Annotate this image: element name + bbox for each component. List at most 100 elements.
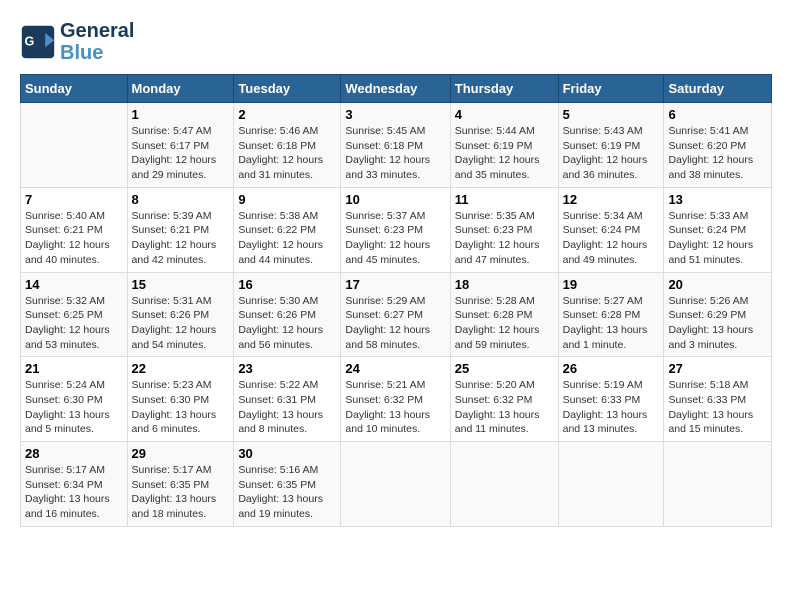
week-row-5: 28 Sunrise: 5:17 AM Sunset: 6:34 PM Dayli… [21,442,772,527]
calendar-cell: 21 Sunrise: 5:24 AM Sunset: 6:30 PM Dayli… [21,357,128,442]
day-info: Sunrise: 5:27 AM Sunset: 6:28 PM Dayligh… [563,294,660,353]
day-number: 17 [345,277,445,292]
day-info: Sunrise: 5:46 AM Sunset: 6:18 PM Dayligh… [238,124,336,183]
weekday-header-wednesday: Wednesday [341,75,450,103]
day-number: 10 [345,192,445,207]
weekday-header-friday: Friday [558,75,664,103]
calendar-cell: 9Sunrise: 5:38 AM Sunset: 6:22 PM Daylig… [234,187,341,272]
day-info: Sunrise: 5:22 AM Sunset: 6:31 PM Dayligh… [238,378,336,437]
calendar-cell: 30Sunrise: 5:16 AM Sunset: 6:35 PM Dayli… [234,442,341,527]
calendar-cell: 5Sunrise: 5:43 AM Sunset: 6:19 PM Daylig… [558,103,664,188]
day-number: 24 [345,361,445,376]
day-info: Sunrise: 5:17 AM Sunset: 6:35 PM Dayligh… [132,463,230,522]
logo: G General Blue [20,20,134,64]
day-info: Sunrise: 5:24 AM Sunset: 6:30 PM Dayligh… [25,378,123,437]
weekday-header-row: SundayMondayTuesdayWednesdayThursdayFrid… [21,75,772,103]
day-info: Sunrise: 5:20 AM Sunset: 6:32 PM Dayligh… [455,378,554,437]
day-number: 27 [668,361,767,376]
day-info: Sunrise: 5:38 AM Sunset: 6:22 PM Dayligh… [238,209,336,268]
day-info: Sunrise: 5:45 AM Sunset: 6:18 PM Dayligh… [345,124,445,183]
weekday-header-thursday: Thursday [450,75,558,103]
calendar-cell: 25 Sunrise: 5:20 AM Sunset: 6:32 PM Dayli… [450,357,558,442]
day-number: 4 [455,107,554,122]
calendar-cell: 4 Sunrise: 5:44 AM Sunset: 6:19 PM Daylig… [450,103,558,188]
day-info: Sunrise: 5:43 AM Sunset: 6:19 PM Dayligh… [563,124,660,183]
calendar-cell: 3Sunrise: 5:45 AM Sunset: 6:18 PM Daylig… [341,103,450,188]
day-info: Sunrise: 5:32 AM Sunset: 6:25 PM Dayligh… [25,294,123,353]
calendar-cell: 29 Sunrise: 5:17 AM Sunset: 6:35 PM Dayli… [127,442,234,527]
day-info: Sunrise: 5:40 AM Sunset: 6:21 PM Dayligh… [25,209,123,268]
day-info: Sunrise: 5:47 AM Sunset: 6:17 PM Dayligh… [132,124,230,183]
week-row-3: 14 Sunrise: 5:32 AM Sunset: 6:25 PM Dayli… [21,272,772,357]
day-info: Sunrise: 5:29 AM Sunset: 6:27 PM Dayligh… [345,294,445,353]
day-number: 2 [238,107,336,122]
day-number: 12 [563,192,660,207]
day-number: 29 [132,446,230,461]
day-number: 8 [132,192,230,207]
day-info: Sunrise: 5:26 AM Sunset: 6:29 PM Dayligh… [668,294,767,353]
calendar-cell: 12 Sunrise: 5:34 AM Sunset: 6:24 PM Dayli… [558,187,664,272]
calendar-cell: 15 Sunrise: 5:31 AM Sunset: 6:26 PM Dayli… [127,272,234,357]
week-row-4: 21 Sunrise: 5:24 AM Sunset: 6:30 PM Dayli… [21,357,772,442]
page-header: G General Blue [20,20,772,64]
day-info: Sunrise: 5:44 AM Sunset: 6:19 PM Dayligh… [455,124,554,183]
calendar-cell [664,442,772,527]
calendar-cell: 10Sunrise: 5:37 AM Sunset: 6:23 PM Dayli… [341,187,450,272]
calendar-cell [558,442,664,527]
weekday-header-monday: Monday [127,75,234,103]
calendar-cell: 26 Sunrise: 5:19 AM Sunset: 6:33 PM Dayli… [558,357,664,442]
day-info: Sunrise: 5:19 AM Sunset: 6:33 PM Dayligh… [563,378,660,437]
logo-general: General [60,20,134,42]
calendar-cell: 18Sunrise: 5:28 AM Sunset: 6:28 PM Dayli… [450,272,558,357]
calendar-cell: 7Sunrise: 5:40 AM Sunset: 6:21 PM Daylig… [21,187,128,272]
calendar-cell: 22 Sunrise: 5:23 AM Sunset: 6:30 PM Dayli… [127,357,234,442]
calendar-table: SundayMondayTuesdayWednesdayThursdayFrid… [20,74,772,527]
day-number: 26 [563,361,660,376]
day-info: Sunrise: 5:17 AM Sunset: 6:34 PM Dayligh… [25,463,123,522]
day-info: Sunrise: 5:34 AM Sunset: 6:24 PM Dayligh… [563,209,660,268]
day-number: 1 [132,107,230,122]
day-number: 19 [563,277,660,292]
day-number: 22 [132,361,230,376]
day-number: 6 [668,107,767,122]
logo-blue: Blue [60,42,134,64]
calendar-cell: 11Sunrise: 5:35 AM Sunset: 6:23 PM Dayli… [450,187,558,272]
day-number: 16 [238,277,336,292]
weekday-header-sunday: Sunday [21,75,128,103]
calendar-cell: 17 Sunrise: 5:29 AM Sunset: 6:27 PM Dayli… [341,272,450,357]
calendar-cell: 1 Sunrise: 5:47 AM Sunset: 6:17 PM Daylig… [127,103,234,188]
calendar-cell: 6 Sunrise: 5:41 AM Sunset: 6:20 PM Daylig… [664,103,772,188]
day-number: 30 [238,446,336,461]
calendar-cell [450,442,558,527]
calendar-cell: 13Sunrise: 5:33 AM Sunset: 6:24 PM Dayli… [664,187,772,272]
day-number: 21 [25,361,123,376]
day-info: Sunrise: 5:41 AM Sunset: 6:20 PM Dayligh… [668,124,767,183]
svg-text:G: G [25,35,35,49]
day-info: Sunrise: 5:23 AM Sunset: 6:30 PM Dayligh… [132,378,230,437]
calendar-cell: 20Sunrise: 5:26 AM Sunset: 6:29 PM Dayli… [664,272,772,357]
day-number: 28 [25,446,123,461]
calendar-cell [341,442,450,527]
day-info: Sunrise: 5:31 AM Sunset: 6:26 PM Dayligh… [132,294,230,353]
weekday-header-saturday: Saturday [664,75,772,103]
calendar-cell: 28 Sunrise: 5:17 AM Sunset: 6:34 PM Dayli… [21,442,128,527]
day-number: 13 [668,192,767,207]
calendar-cell: 19 Sunrise: 5:27 AM Sunset: 6:28 PM Dayli… [558,272,664,357]
day-info: Sunrise: 5:18 AM Sunset: 6:33 PM Dayligh… [668,378,767,437]
day-number: 11 [455,192,554,207]
day-info: Sunrise: 5:21 AM Sunset: 6:32 PM Dayligh… [345,378,445,437]
calendar-cell: 27 Sunrise: 5:18 AM Sunset: 6:33 PM Dayli… [664,357,772,442]
day-number: 15 [132,277,230,292]
weekday-header-tuesday: Tuesday [234,75,341,103]
week-row-2: 7Sunrise: 5:40 AM Sunset: 6:21 PM Daylig… [21,187,772,272]
calendar-cell: 16 Sunrise: 5:30 AM Sunset: 6:26 PM Dayli… [234,272,341,357]
day-info: Sunrise: 5:28 AM Sunset: 6:28 PM Dayligh… [455,294,554,353]
day-info: Sunrise: 5:30 AM Sunset: 6:26 PM Dayligh… [238,294,336,353]
day-number: 23 [238,361,336,376]
calendar-cell: 24 Sunrise: 5:21 AM Sunset: 6:32 PM Dayli… [341,357,450,442]
day-number: 14 [25,277,123,292]
day-number: 25 [455,361,554,376]
day-info: Sunrise: 5:39 AM Sunset: 6:21 PM Dayligh… [132,209,230,268]
calendar-cell: 8 Sunrise: 5:39 AM Sunset: 6:21 PM Daylig… [127,187,234,272]
calendar-cell: 2 Sunrise: 5:46 AM Sunset: 6:18 PM Daylig… [234,103,341,188]
